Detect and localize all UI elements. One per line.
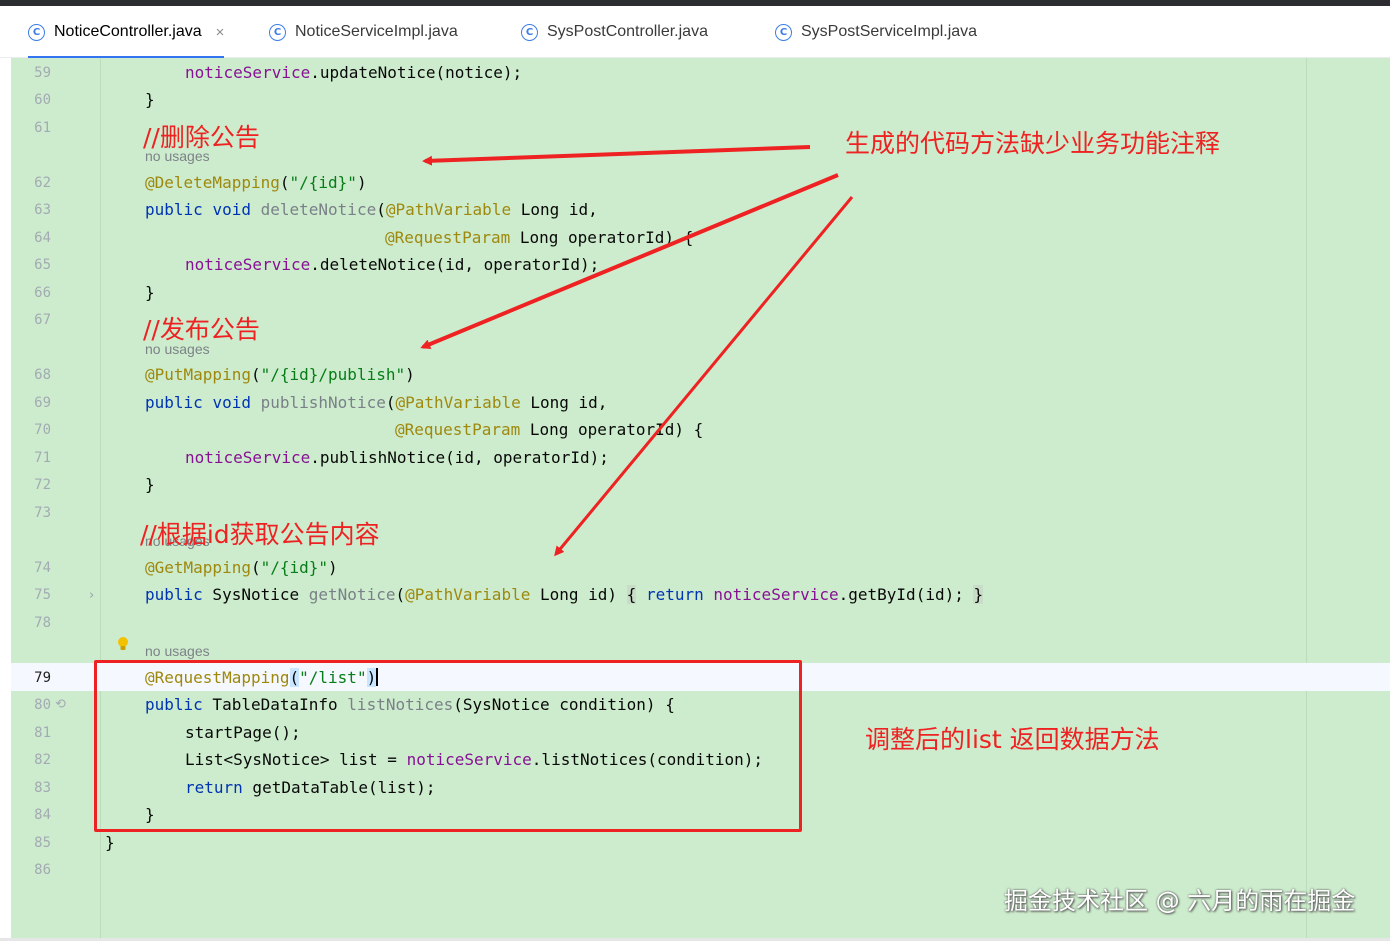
annotation-comment-get: //根据id获取公告内容 (140, 520, 380, 549)
line-number: 66 (34, 285, 51, 301)
code-line-60: } (145, 90, 155, 109)
tab-notice-service-impl[interactable]: C NoticeServiceImpl.java (269, 6, 458, 58)
code-line-85: } (105, 833, 115, 852)
annotation-note-missing-comments: 生成的代码方法缺少业务功能注释 (845, 129, 1221, 158)
code-line-64: @RequestParam Long operatorId) { (385, 228, 694, 247)
code-line-68: @PutMapping("/{id}/publish") (145, 365, 415, 384)
usages-hint[interactable]: no usages (145, 643, 210, 659)
code-line-72: } (145, 475, 155, 494)
code-line-62: @DeleteMapping("/{id}") (145, 173, 367, 192)
annotation-note-list-method: 调整后的list 返回数据方法 (865, 725, 1160, 754)
watermark: 掘金技术社区 @ 六月的雨在掘金 (1004, 887, 1356, 915)
annotation-comment-publish: //发布公告 (143, 315, 260, 344)
line-number: 59 (34, 65, 51, 81)
line-number: 81 (34, 725, 51, 741)
implementation-marker-icon[interactable]: ⟲ (55, 697, 66, 712)
tab-notice-controller[interactable]: C NoticeController.java × (28, 6, 225, 59)
line-number: 60 (34, 92, 51, 108)
code-line-74: @GetMapping("/{id}") (145, 558, 338, 577)
line-number: 85 (34, 835, 51, 851)
tab-label: SysPostServiceImpl.java (801, 23, 978, 40)
right-margin-guide (1306, 58, 1307, 938)
java-class-icon: C (28, 23, 45, 41)
code-line-69: public void publishNotice(@PathVariable … (145, 393, 608, 412)
code-line-70: @RequestParam Long operatorId) { (395, 420, 704, 439)
line-number: 70 (34, 422, 51, 438)
annotation-comment-delete: //删除公告 (143, 123, 260, 152)
line-number: 82 (34, 752, 51, 768)
tab-syspost-service-impl[interactable]: C SysPostServiceImpl.java (775, 6, 977, 58)
close-icon[interactable]: × (216, 24, 225, 41)
line-number: 86 (34, 862, 51, 878)
tab-syspost-controller[interactable]: C SysPostController.java (521, 6, 708, 58)
line-number: 80 (34, 697, 51, 713)
tab-label: NoticeController.java (54, 23, 202, 40)
line-number: 84 (34, 807, 51, 823)
code-line-59: noticeService.updateNotice(notice); (185, 63, 523, 82)
line-number: 67 (34, 312, 51, 328)
line-number: 72 (34, 477, 51, 493)
highlight-box (94, 660, 802, 832)
line-number-current: 79 (34, 670, 51, 686)
line-number: 71 (34, 450, 51, 466)
tab-label: NoticeServiceImpl.java (295, 23, 458, 40)
code-line-65: noticeService.deleteNotice(id, operatorI… (185, 255, 600, 274)
code-line-63: public void deleteNotice(@PathVariable L… (145, 200, 598, 219)
fold-chevron-icon[interactable]: › (89, 588, 94, 603)
line-number: 78 (34, 615, 51, 631)
line-number: 62 (34, 175, 51, 191)
editor-tab-bar: C NoticeController.java × C NoticeServic… (0, 6, 1390, 59)
line-number: 68 (34, 367, 51, 383)
line-number: 65 (34, 257, 51, 273)
java-class-icon: C (269, 23, 286, 41)
line-number: 83 (34, 780, 51, 796)
line-number: 69 (34, 395, 51, 411)
java-class-icon: C (775, 23, 792, 41)
code-line-71: noticeService.publishNotice(id, operator… (185, 448, 609, 467)
line-number: 64 (34, 230, 51, 246)
code-line-75: public SysNotice getNotice(@PathVariable… (145, 585, 984, 604)
tab-label: SysPostController.java (547, 23, 708, 40)
line-number: 63 (34, 202, 51, 218)
lightbulb-icon[interactable] (117, 636, 129, 652)
code-line-66: } (145, 283, 155, 302)
line-number: 73 (34, 505, 51, 521)
java-class-icon: C (521, 23, 538, 41)
line-number: 75 (34, 587, 51, 603)
line-number: 74 (34, 560, 51, 576)
line-number: 61 (34, 120, 51, 136)
